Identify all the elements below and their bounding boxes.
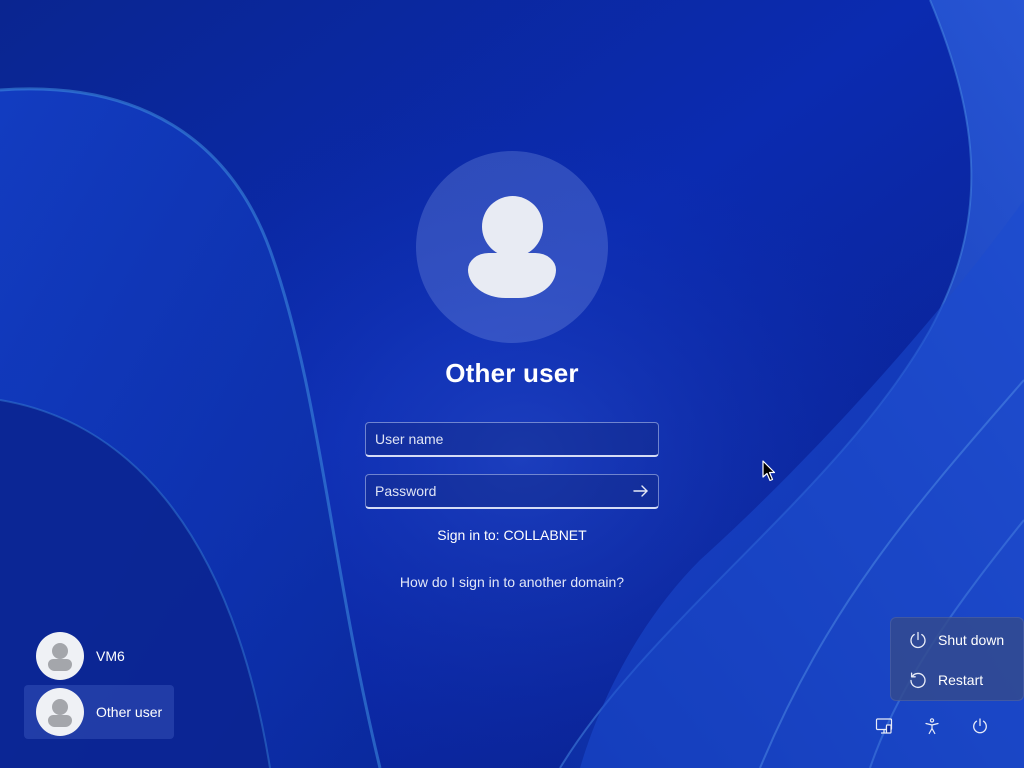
shut-down-menu-item[interactable]: Shut down	[891, 622, 1024, 658]
shut-down-label: Shut down	[938, 632, 1005, 648]
user-avatar-icon	[36, 688, 84, 736]
avatar-head-shape	[482, 196, 543, 257]
mouse-cursor-icon	[762, 460, 776, 482]
network-button[interactable]	[870, 712, 898, 740]
power-button[interactable]	[966, 712, 994, 740]
user-tile-label: VM6	[96, 648, 125, 664]
another-domain-link[interactable]: How do I sign in to another domain?	[0, 574, 1024, 590]
restart-label: Restart	[938, 672, 984, 688]
username-field[interactable]	[365, 422, 659, 457]
sign-in-domain-text: Sign in to: COLLABNET	[437, 527, 587, 543]
password-field[interactable]	[365, 474, 659, 509]
submit-arrow-icon[interactable]	[630, 481, 652, 501]
user-title: Other user	[445, 358, 579, 388]
user-avatar-icon	[36, 632, 84, 680]
accessibility-icon	[925, 718, 939, 735]
restart-menu-item[interactable]: Restart	[891, 662, 1024, 698]
user-avatar	[416, 151, 608, 343]
network-icon	[875, 718, 893, 734]
power-icon	[910, 631, 926, 649]
username-input[interactable]	[366, 423, 658, 455]
accessibility-button[interactable]	[918, 712, 946, 740]
user-tile-label: Other user	[96, 704, 163, 720]
user-tile-other-user[interactable]: Other user	[24, 685, 174, 739]
power-menu: Shut down Restart	[890, 617, 1024, 701]
power-icon	[973, 718, 987, 734]
password-input[interactable]	[366, 475, 658, 507]
restart-icon	[910, 672, 926, 689]
user-tile-vm6[interactable]: VM6	[24, 629, 174, 683]
avatar-body-shape	[468, 253, 556, 298]
